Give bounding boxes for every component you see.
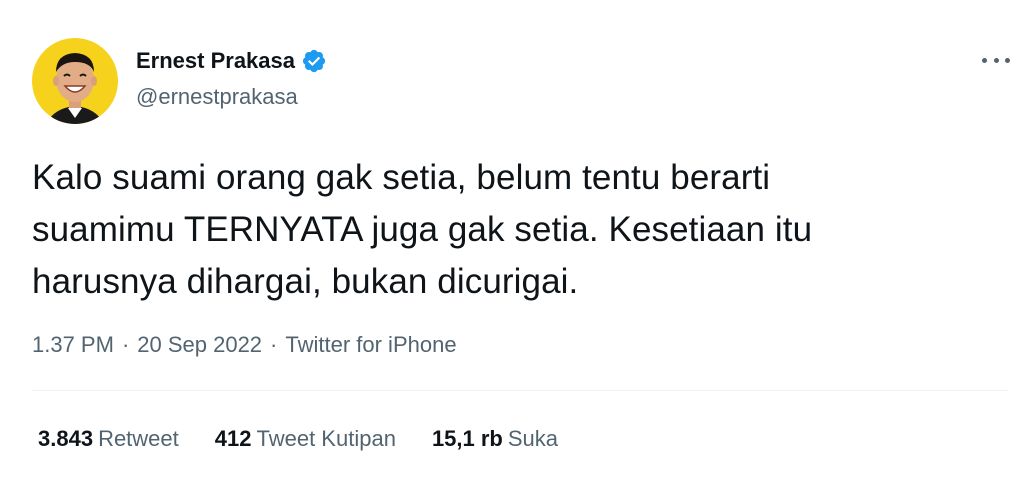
meta-separator: · (270, 332, 278, 357)
likes-count: 15,1 rb (431, 426, 503, 451)
tweet-stats: 3.843 Retweet 412 Tweet Kutipan 15,1 rb … (38, 424, 594, 454)
tweet-text-line: suamimu TERNYATA juga gak setia. Kesetia… (32, 210, 813, 249)
more-dot (982, 57, 987, 63)
more-options-icon[interactable] (982, 50, 1010, 70)
meta-separator: · (121, 332, 130, 357)
author-names: Ernest Prakasa @ernestprakasa (136, 47, 327, 111)
quotes-label: Tweet Kutipan (256, 426, 396, 451)
handle[interactable]: @ernestprakasa (136, 83, 327, 111)
tweet-text-line: harusnya dihargai, bukan dicurigai. (32, 262, 579, 301)
tweet-text: Kalo suami orang gak setia, belum tentu … (32, 152, 992, 308)
more-dot (1005, 57, 1010, 63)
likes-label: Suka (507, 426, 559, 451)
tweet-header: Ernest Prakasa @ernestprakasa (32, 38, 327, 124)
avatar-image (46, 53, 104, 124)
retweets-stat[interactable]: 3.843 Retweet (38, 424, 179, 454)
quotes-count: 412 (214, 426, 252, 451)
verified-badge-icon (301, 48, 327, 74)
likes-stat[interactable]: 15,1 rb Suka (432, 424, 558, 454)
tweet-source[interactable]: Twitter for iPhone (285, 330, 456, 360)
tweet-text-line: Kalo suami orang gak setia, belum tentu … (32, 158, 771, 197)
name-row: Ernest Prakasa (136, 47, 327, 75)
quotes-stat[interactable]: 412 Tweet Kutipan (215, 424, 396, 454)
avatar[interactable] (32, 38, 118, 124)
tweet-card: Ernest Prakasa @ernestprakasa Kalo suami… (0, 0, 1030, 482)
divider (32, 390, 1008, 391)
display-name[interactable]: Ernest Prakasa (136, 47, 295, 75)
tweet-meta: 1.37 PM · 20 Sep 2022 · Twitter for iPho… (32, 330, 457, 360)
more-dot (993, 57, 999, 63)
retweets-label: Retweet (98, 426, 179, 451)
tweet-date[interactable]: 20 Sep 2022 (137, 330, 262, 360)
retweets-count: 3.843 (38, 426, 94, 451)
tweet-time[interactable]: 1.37 PM (32, 330, 114, 360)
